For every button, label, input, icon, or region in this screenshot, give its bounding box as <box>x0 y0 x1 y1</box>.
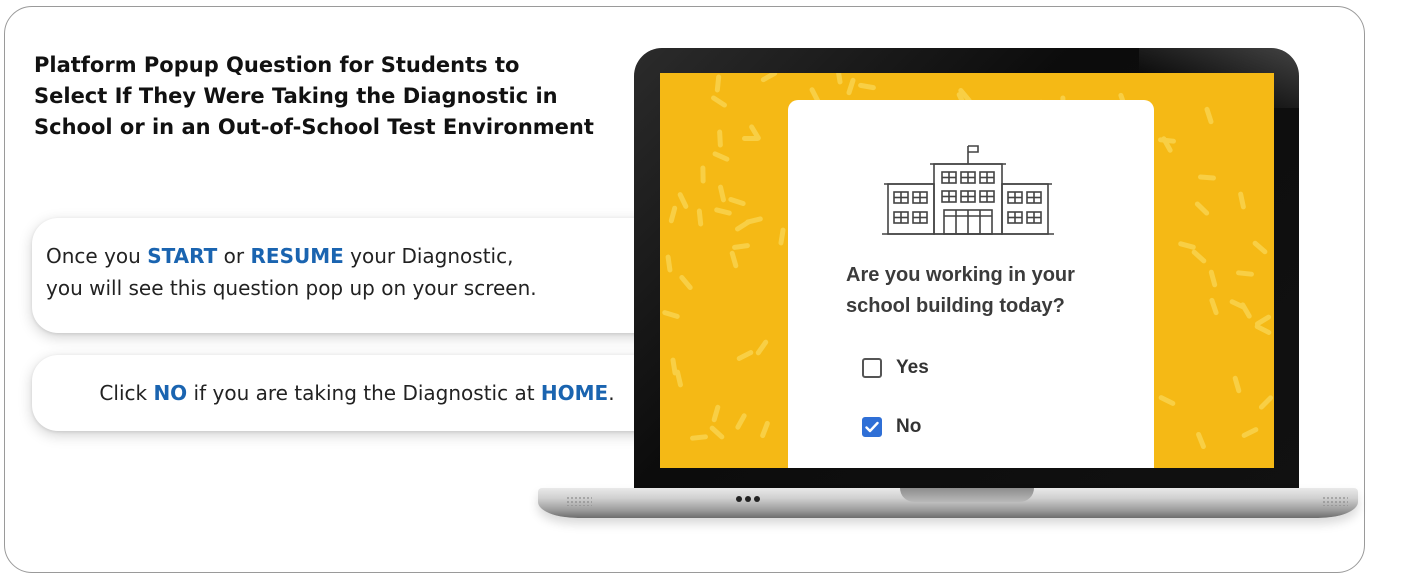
callout-text: your Diagnostic, <box>343 244 514 268</box>
option-no[interactable]: No <box>862 416 921 438</box>
background-sprinkle <box>661 309 681 320</box>
background-sprinkle <box>1178 240 1197 251</box>
background-sprinkle <box>1240 426 1260 439</box>
speaker-grille-left <box>566 496 592 506</box>
page-heading: Platform Popup Question for Students to … <box>34 53 594 139</box>
background-sprinkle <box>1208 296 1219 316</box>
option-yes[interactable]: Yes <box>862 357 929 379</box>
background-sprinkle <box>1191 248 1208 265</box>
background-sprinkle <box>717 129 723 148</box>
school-building-icon <box>882 145 1054 235</box>
option-no-label: No <box>896 416 922 437</box>
background-sprinkle <box>674 368 684 388</box>
background-sprinkle <box>700 165 706 184</box>
background-sprinkle <box>744 216 764 226</box>
background-sprinkle <box>1158 393 1177 407</box>
keyword-home: HOME <box>540 381 609 405</box>
background-sprinkle <box>732 242 751 251</box>
background-sprinkle <box>729 250 740 269</box>
background-sprinkle <box>668 204 678 224</box>
background-sprinkle <box>736 349 755 363</box>
dot <box>745 496 751 502</box>
background-sprinkle <box>1203 106 1215 126</box>
callout-text: or <box>217 244 251 268</box>
background-sprinkle <box>1257 393 1274 411</box>
background-sprinkle <box>713 206 732 216</box>
dialog-question: Are you working in your school building … <box>846 264 1075 317</box>
callout-text: Click <box>99 381 154 405</box>
callout-text: Once you <box>46 244 148 268</box>
background-sprinkle <box>689 433 709 441</box>
background-sprinkle <box>1251 239 1269 255</box>
background-sprinkle <box>678 273 695 291</box>
background-sprinkle <box>714 74 722 93</box>
background-sprinkle <box>1229 298 1248 311</box>
background-sprinkle <box>717 183 727 203</box>
laptop-dots <box>736 496 760 502</box>
checkmark-icon <box>865 421 879 433</box>
background-sprinkle <box>696 208 704 227</box>
background-sprinkle <box>711 150 730 163</box>
background-sprinkle <box>734 412 748 431</box>
background-sprinkle <box>754 338 769 357</box>
background-sprinkle <box>759 420 771 440</box>
callout-home: Click NO if you are taking the Diagnosti… <box>32 355 682 431</box>
background-sprinkle <box>1193 200 1211 217</box>
dot <box>736 496 742 502</box>
background-sprinkle <box>1231 375 1242 394</box>
background-sprinkle <box>1235 270 1254 277</box>
background-sprinkle <box>1254 322 1273 336</box>
background-sprinkle <box>1195 431 1207 450</box>
background-sprinkle <box>858 82 877 91</box>
keyword-resume: RESUME <box>250 244 344 268</box>
speaker-grille-right <box>1322 496 1348 506</box>
background-sprinkle <box>727 196 746 207</box>
background-sprinkle <box>835 73 844 85</box>
background-sprinkle <box>846 77 857 97</box>
background-sprinkle <box>778 227 787 247</box>
checkbox-yes[interactable] <box>862 358 882 378</box>
background-sprinkle <box>1237 191 1247 210</box>
option-yes-label: Yes <box>896 357 929 378</box>
dot <box>754 496 760 502</box>
keyword-start: START <box>147 244 218 268</box>
background-sprinkle <box>709 94 728 109</box>
callout-text: if you are taking the Diagnostic at <box>187 381 541 405</box>
background-sprinkle <box>677 190 690 210</box>
background-sprinkle <box>711 404 722 424</box>
callout-text: you will see this question pop up on you… <box>46 276 537 300</box>
background-sprinkle <box>665 253 673 273</box>
keyword-no: NO <box>153 381 188 405</box>
checkbox-no[interactable] <box>862 417 882 437</box>
background-sprinkle <box>1207 269 1218 289</box>
background-sprinkle <box>708 424 726 440</box>
callout-start-resume: Once you START or RESUME your Diagnostic… <box>32 218 682 333</box>
background-sprinkle <box>1197 174 1216 181</box>
laptop-notch <box>900 488 1034 502</box>
callout-text: . <box>608 381 615 405</box>
background-sprinkle <box>760 73 779 84</box>
